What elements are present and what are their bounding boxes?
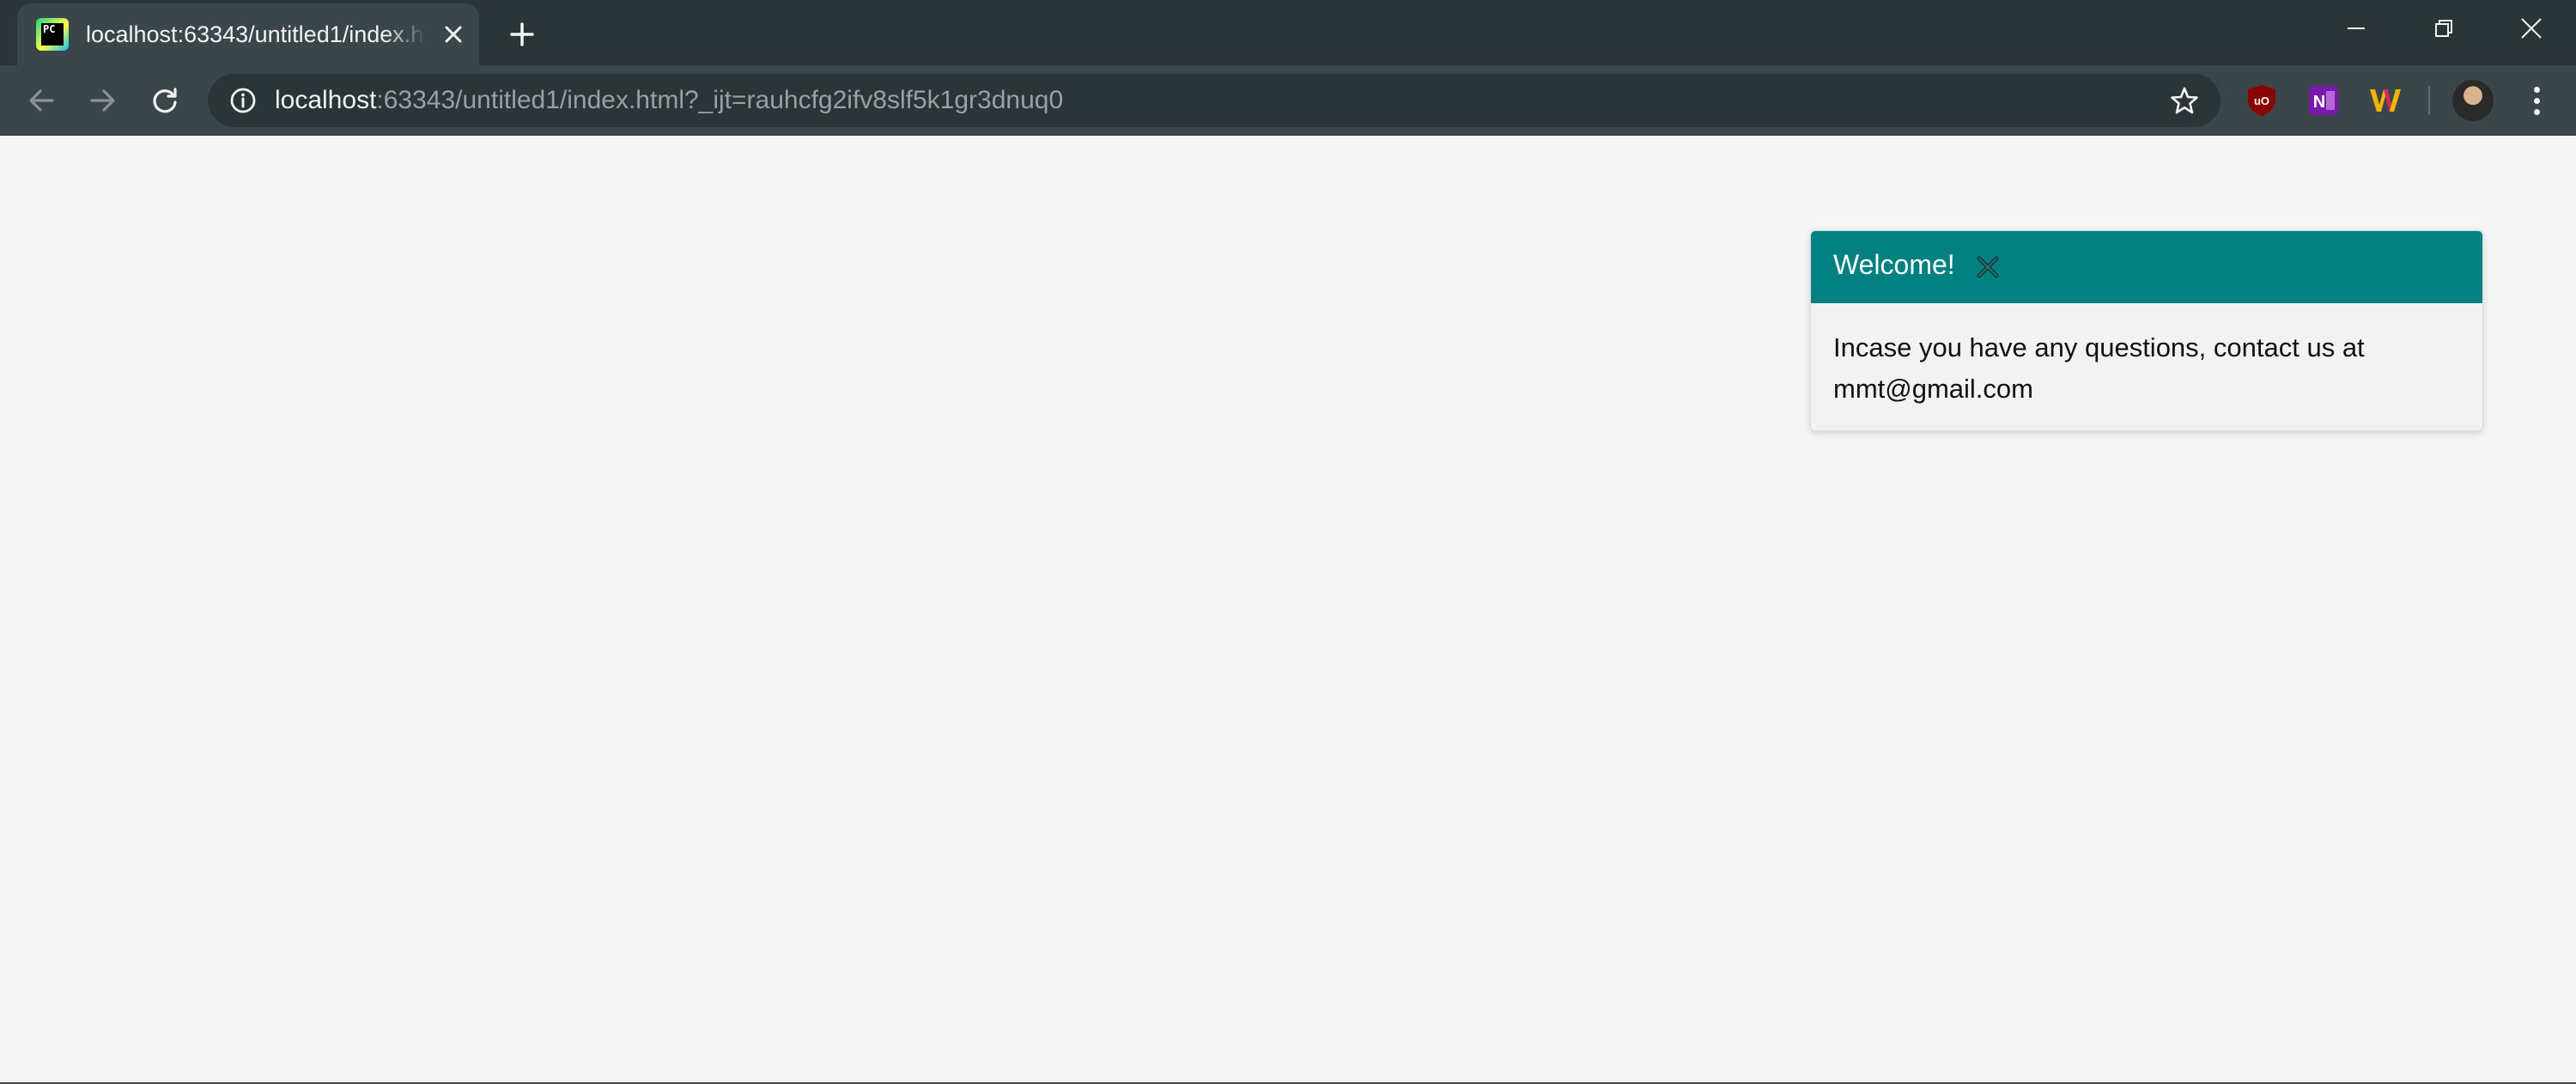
menu-dot: [2533, 108, 2540, 115]
window-close-button[interactable]: [2487, 0, 2576, 57]
star-icon: [2171, 87, 2198, 114]
minimize-button[interactable]: [2312, 0, 2401, 57]
page-viewport: Welcome! Incase you have any questions, …: [0, 136, 2576, 1084]
menu-dot: [2533, 86, 2540, 93]
tab-title: localhost:63343/untitled1/index.html?_ij…: [86, 21, 426, 47]
bookmark-star-button[interactable]: [2167, 83, 2202, 118]
close-icon: [445, 26, 462, 43]
url-host: localhost: [275, 86, 377, 114]
info-icon: [230, 88, 256, 113]
toast-close-button[interactable]: [1972, 252, 2003, 283]
browser-tab[interactable]: PC localhost:63343/untitled1/index.html?…: [17, 3, 479, 65]
arrow-right-icon: [90, 89, 115, 112]
svg-text:W: W: [2385, 113, 2386, 115]
browser-menu-button[interactable]: [2516, 80, 2557, 121]
url-path: :63343/untitled1/index.html?_ijt=rauhcfg…: [376, 86, 1064, 114]
svg-text:N: N: [2313, 93, 2325, 112]
toast-header: Welcome!: [1811, 231, 2482, 303]
back-button[interactable]: [19, 78, 64, 123]
restore-icon: [2435, 20, 2452, 37]
toast-title: Welcome!: [1833, 248, 1955, 280]
url-text: localhost:63343/untitled1/index.html?_ij…: [275, 86, 1063, 115]
profile-avatar[interactable]: [2452, 80, 2494, 121]
address-bar[interactable]: localhost:63343/untitled1/index.html?_ij…: [208, 74, 2221, 127]
svg-text:uO: uO: [2254, 94, 2269, 107]
minimize-icon: [2348, 27, 2365, 29]
w-extension-icon: W: [2370, 89, 2401, 115]
forward-button[interactable]: [81, 78, 125, 123]
close-icon: [1977, 256, 1999, 278]
browser-toolbar: localhost:63343/untitled1/index.html?_ij…: [0, 65, 2576, 136]
favicon-text: PC: [41, 23, 64, 46]
tab-close-button[interactable]: [436, 17, 471, 52]
onenote-clipper-icon: N: [2309, 86, 2338, 115]
menu-dot: [2533, 97, 2540, 104]
toolbar-divider: [2428, 86, 2430, 115]
arrow-left-icon: [29, 89, 54, 112]
close-icon: [2521, 18, 2542, 39]
w-extension[interactable]: W: [2368, 83, 2403, 118]
toast-message: Incase you have any questions, contact u…: [1833, 332, 2365, 404]
tab-strip: PC localhost:63343/untitled1/index.html?…: [0, 0, 2576, 65]
ublock-origin-extension[interactable]: uO: [2245, 83, 2279, 118]
ublock-origin-icon: uO: [2248, 85, 2275, 116]
reload-icon: [153, 88, 177, 113]
new-tab-button[interactable]: [501, 14, 543, 55]
welcome-toast: Welcome! Incase you have any questions, …: [1810, 230, 2483, 431]
reload-button[interactable]: [143, 78, 187, 123]
plus-icon: [510, 22, 534, 46]
browser-window: PC localhost:63343/untitled1/index.html?…: [0, 0, 2576, 1084]
restore-button[interactable]: [2399, 0, 2488, 57]
pycharm-favicon-icon: PC: [36, 18, 69, 51]
onenote-clipper-extension[interactable]: N: [2306, 83, 2341, 118]
